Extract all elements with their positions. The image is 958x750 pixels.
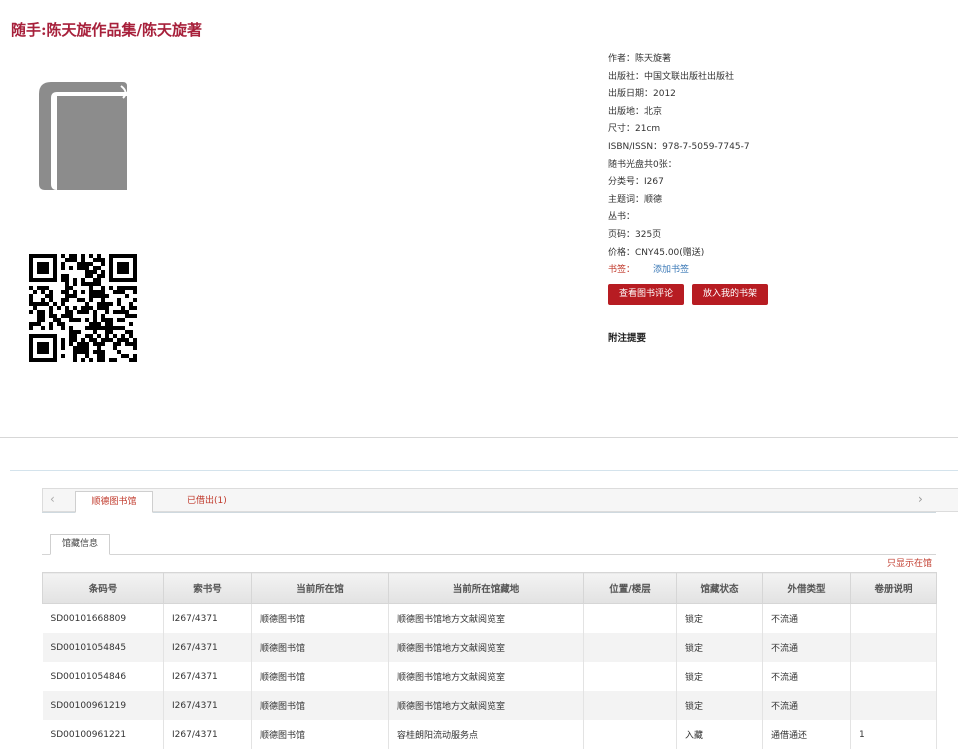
- disc-field: 随书光盘共0张：: [608, 159, 677, 170]
- qr-code: [29, 254, 137, 362]
- col-header[interactable]: 索书号: [163, 572, 252, 604]
- tab-holdings-info[interactable]: 馆藏信息: [50, 534, 110, 555]
- call-number-cell: I267/4371: [163, 662, 252, 691]
- chevron-left-icon[interactable]: ‹: [50, 492, 55, 506]
- book-cover-icon: [39, 82, 127, 190]
- isbn-field: ISBN/ISSN：978-7-5059-7745-7: [608, 141, 750, 152]
- col-header[interactable]: 当前所在馆藏地: [388, 572, 584, 604]
- table-row: SD00101054846 I267/4371 顺德图书馆 顺德图书馆地方文献阅…: [42, 662, 937, 691]
- col-header[interactable]: 位置/楼层: [583, 572, 677, 604]
- add-bookmark-link[interactable]: 添加书签: [653, 265, 689, 275]
- call-number-cell: I267/4371: [163, 691, 252, 720]
- only-in-store-link[interactable]: 只显示在馆: [887, 556, 932, 569]
- call-number-cell: I267/4371: [163, 603, 252, 633]
- view-reviews-button[interactable]: 查看图书评论: [608, 284, 685, 305]
- library-cell: 顺德图书馆: [251, 603, 389, 633]
- pages-field: 页码：325页: [608, 229, 662, 240]
- col-header[interactable]: 馆藏状态: [676, 572, 763, 604]
- table-row: SD00101054845 I267/4371 顺德图书馆 顺德图书馆地方文献阅…: [42, 633, 937, 662]
- floor-cell: [583, 603, 677, 633]
- location-cell: 顺德图书馆地方文献阅览室: [388, 691, 584, 720]
- series-field: 丛书：: [608, 212, 636, 223]
- tab-library[interactable]: 顺德图书馆: [75, 491, 153, 513]
- status-cell: 锁定: [676, 633, 763, 662]
- barcode-cell: SD00101054845: [42, 633, 164, 662]
- table-row: SD00100961219 I267/4371 顺德图书馆 顺德图书馆地方文献阅…: [42, 691, 937, 720]
- floor-cell: [583, 662, 677, 691]
- publisher-field: 出版社：中国文联出版社出版社: [608, 71, 735, 82]
- location-cell: 顺德图书馆地方文献阅览室: [388, 662, 584, 691]
- location-cell: 容桂朗阳流动服务点: [388, 720, 584, 749]
- col-header[interactable]: 当前所在馆: [251, 572, 389, 604]
- size-field: 尺寸：21cm: [608, 124, 661, 135]
- add-to-shelf-button[interactable]: 放入我的书架: [692, 284, 769, 305]
- table-row: SD00100961221 I267/4371 顺德图书馆 容桂朗阳流动服务点 …: [42, 720, 937, 749]
- status-cell: 入藏: [676, 720, 763, 749]
- tab-borrowed[interactable]: 已借出(1): [187, 491, 227, 513]
- floor-cell: [583, 691, 677, 720]
- tab-bar: [42, 488, 958, 512]
- barcode-cell: SD00100961221: [42, 720, 164, 749]
- bookmark-row: 书签： 添加书签: [608, 262, 750, 280]
- barcode-cell: SD00100961219: [42, 691, 164, 720]
- col-header[interactable]: 条码号: [42, 572, 164, 604]
- action-buttons: 查看图书评论 放入我的书架: [608, 284, 769, 305]
- price-field: 价格：CNY45.00(赠送): [608, 247, 705, 258]
- barcode-cell: SD00101054846: [42, 662, 164, 691]
- floor-cell: [583, 633, 677, 662]
- volume-cell: [850, 603, 937, 633]
- volume-cell: 1: [850, 720, 937, 749]
- notes-heading: 附注提要: [608, 333, 647, 344]
- library-cell: 顺德图书馆: [251, 662, 389, 691]
- barcode-cell: SD00101668809: [42, 603, 164, 633]
- book-metadata: 作者：陈天旋著 出版社：中国文联出版社出版社 出版日期：2012 出版地：北京 …: [608, 51, 750, 280]
- volume-cell: [850, 662, 937, 691]
- status-cell: 锁定: [676, 603, 763, 633]
- call-number-cell: I267/4371: [163, 720, 252, 749]
- loan-type-cell: 不流通: [762, 662, 851, 691]
- subject-field: 主题词：顺德: [608, 194, 663, 205]
- location-cell: 顺德图书馆地方文献阅览室: [388, 603, 584, 633]
- call-number-cell: I267/4371: [163, 633, 252, 662]
- author-field: 作者：陈天旋著: [608, 54, 672, 64]
- table-row: SD00101668809 I267/4371 顺德图书馆 顺德图书馆地方文献阅…: [42, 603, 937, 633]
- volume-cell: [850, 633, 937, 662]
- page-title: 随手:陈天旋作品集/陈天旋著: [11, 21, 203, 39]
- section-divider: [0, 437, 958, 438]
- pub-place-field: 出版地：北京: [608, 106, 663, 117]
- col-header[interactable]: 卷册说明: [850, 572, 937, 604]
- floor-cell: [583, 720, 677, 749]
- library-cell: 顺德图书馆: [251, 633, 389, 662]
- subtab-underline: [42, 554, 936, 555]
- library-cell: 顺德图书馆: [251, 720, 389, 749]
- loan-type-cell: 不流通: [762, 691, 851, 720]
- status-cell: 锁定: [676, 662, 763, 691]
- volume-cell: [850, 691, 937, 720]
- location-cell: 顺德图书馆地方文献阅览室: [388, 633, 584, 662]
- pub-date-field: 出版日期：2012: [608, 89, 676, 100]
- library-cell: 顺德图书馆: [251, 691, 389, 720]
- loan-type-cell: 不流通: [762, 603, 851, 633]
- tab-underline: [42, 512, 936, 513]
- loan-type-cell: 通借通还: [762, 720, 851, 749]
- table-header-row: 条码号 索书号 当前所在馆 当前所在馆藏地 位置/楼层 馆藏状态 外借类型 卷册…: [42, 572, 937, 604]
- bookmark-label: 书签：: [608, 265, 636, 276]
- col-header[interactable]: 外借类型: [762, 572, 851, 604]
- holdings-table: 条码号 索书号 当前所在馆 当前所在馆藏地 位置/楼层 馆藏状态 外借类型 卷册…: [42, 572, 937, 749]
- chevron-right-icon[interactable]: ›: [918, 492, 923, 506]
- class-no-field: 分类号：I267: [608, 177, 664, 188]
- loan-type-cell: 不流通: [762, 633, 851, 662]
- status-cell: 锁定: [676, 691, 763, 720]
